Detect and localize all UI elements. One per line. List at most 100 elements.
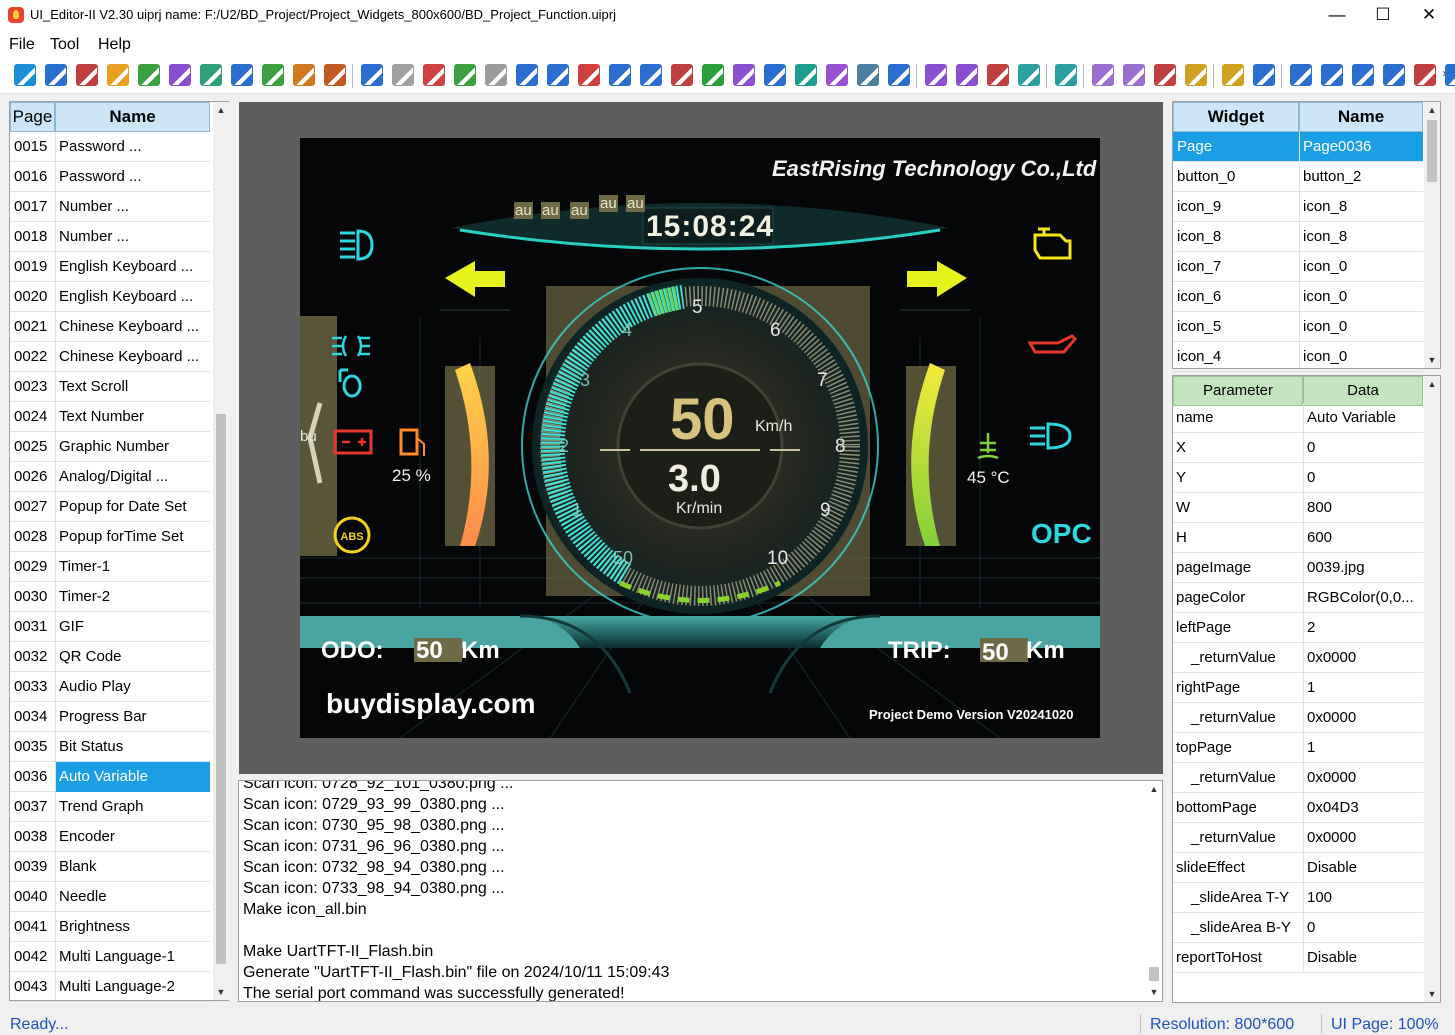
minimize-button[interactable]: — (1314, 0, 1360, 30)
parameter-value[interactable]: 0x0000 (1303, 703, 1423, 733)
toolbar-tool-3-icon[interactable] (76, 64, 98, 86)
page-list-row[interactable]: 0030 Timer-2 (10, 582, 210, 612)
parameter-value[interactable]: 0x0000 (1303, 643, 1423, 673)
page-list-row[interactable]: 0019 English Keyboard ... (10, 252, 210, 282)
scroll-down-icon[interactable]: ▼ (1424, 352, 1440, 368)
page-list-row[interactable]: 0033 Audio Play (10, 672, 210, 702)
page-list-row[interactable]: 0028 Popup forTime Set (10, 522, 210, 552)
toolbar-tool-45-icon[interactable] (1414, 64, 1436, 86)
page-list-row[interactable]: 0025 Graphic Number (10, 432, 210, 462)
parameter-row[interactable]: pageImage 0039.jpg (1173, 553, 1423, 583)
parameter-value[interactable]: Auto Variable (1303, 403, 1423, 433)
parameter-row[interactable]: leftPage 2 (1173, 613, 1423, 643)
toolbar-tool-9-icon[interactable] (262, 64, 284, 86)
build-log-output[interactable]: Scan icon: 0728_92_101_0380.png ... Scan … (238, 780, 1163, 1002)
toolbar-tool-34-icon[interactable] (1055, 64, 1077, 86)
toolbar-tool-7-icon[interactable] (200, 64, 222, 86)
toolbar-tool-20-icon[interactable] (609, 64, 631, 86)
widget-list-row[interactable]: icon_8 icon_8 (1173, 222, 1423, 252)
toolbar-tool-42-icon[interactable] (1321, 64, 1343, 86)
toolbar-tool-2-icon[interactable] (45, 64, 67, 86)
parameter-row[interactable]: _returnValue 0x0000 (1173, 823, 1423, 853)
parameter-row[interactable]: Y0 (1173, 463, 1423, 493)
parameter-value[interactable]: 0 (1303, 433, 1423, 463)
scroll-down-icon[interactable]: ▼ (1146, 984, 1162, 1000)
scroll-thumb[interactable] (1427, 120, 1437, 182)
toolbar-tool-36-icon[interactable] (1123, 64, 1145, 86)
page-list-row[interactable]: 0034 Progress Bar (10, 702, 210, 732)
toolbar-tool-8-icon[interactable] (231, 64, 253, 86)
toolbar-tool-28-icon[interactable] (857, 64, 879, 86)
parameter-column-header[interactable]: Parameter (1173, 376, 1303, 406)
scroll-up-icon[interactable]: ▲ (1146, 781, 1162, 797)
toolbar-tool-30-icon[interactable] (925, 64, 947, 86)
parameter-row[interactable]: reportToHost Disable (1173, 943, 1423, 973)
parameter-value[interactable]: 1 (1303, 673, 1423, 703)
scroll-down-icon[interactable]: ▼ (213, 984, 229, 1000)
toolbar-tool-38-icon[interactable] (1185, 64, 1207, 86)
page-list-row[interactable]: 0021 Chinese Keyboard ... (10, 312, 210, 342)
scroll-down-icon[interactable]: ▼ (1424, 986, 1440, 1002)
page-list-row[interactable]: 0016 Password ... (10, 162, 210, 192)
scroll-up-icon[interactable]: ▲ (1424, 102, 1440, 118)
toolbar-tool-29-icon[interactable] (888, 64, 910, 86)
page-list-row[interactable]: 0031 GIF (10, 612, 210, 642)
toolbar-tool-15-icon[interactable] (454, 64, 476, 86)
parameter-value[interactable]: 1 (1303, 733, 1423, 763)
toolbar-tool-22-icon[interactable] (671, 64, 693, 86)
page-list-row[interactable]: 0024 Text Number (10, 402, 210, 432)
page-list-row[interactable]: 0043 Multi Language-2 (10, 972, 210, 1002)
parameter-row[interactable]: _slideArea B-Y 0 (1173, 913, 1423, 943)
toolbar-tool-35-icon[interactable] (1092, 64, 1114, 86)
parameter-row[interactable]: _slideArea T-Y 100 (1173, 883, 1423, 913)
parameter-value[interactable]: 0039.jpg (1303, 553, 1423, 583)
toolbar-tool-4-icon[interactable] (107, 64, 129, 86)
parameter-row[interactable]: _returnValue 0x0000 (1173, 643, 1423, 673)
widget-list-row[interactable]: icon_6 icon_0 (1173, 282, 1423, 312)
parameter-value[interactable]: 2 (1303, 613, 1423, 643)
page-list-row[interactable]: 0042 Multi Language-1 (10, 942, 210, 972)
widget-name-column-header[interactable]: Name (1299, 102, 1423, 132)
parameter-row[interactable]: _returnValue 0x0000 (1173, 703, 1423, 733)
page-column-header[interactable]: Page (10, 102, 55, 132)
toolbar-tool-6-icon[interactable] (169, 64, 191, 86)
log-scrollbar[interactable]: ▲ ▼ (1146, 781, 1162, 1001)
menu-tool[interactable]: Tool (50, 36, 79, 54)
parameter-value[interactable]: 100 (1303, 883, 1423, 913)
widget-list-row[interactable]: icon_5 icon_0 (1173, 312, 1423, 342)
widget-list-row[interactable]: button_0 button_2 (1173, 162, 1423, 192)
parameter-value[interactable]: 0x0000 (1303, 763, 1423, 793)
device-screen-preview[interactable]: ABS EastRising Technology Co.,Ltd au au au… (300, 138, 1100, 738)
parameter-row[interactable]: topPage 1 (1173, 733, 1423, 763)
parameter-value[interactable]: RGBColor(0,0... (1303, 583, 1423, 613)
parameter-row[interactable]: bottomPage 0x04D3 (1173, 793, 1423, 823)
page-list-row[interactable]: 0040 Needle (10, 882, 210, 912)
parameter-row[interactable]: pageColor RGBColor(0,0... (1173, 583, 1423, 613)
page-list-row[interactable]: 0029 Timer-1 (10, 552, 210, 582)
toolbar-tool-39-icon[interactable] (1222, 64, 1244, 86)
toolbar-tool-13-icon[interactable] (392, 64, 414, 86)
parameter-row[interactable]: H 600 (1173, 523, 1423, 553)
parameter-value[interactable]: Disable (1303, 943, 1423, 973)
parameter-row[interactable]: rightPage 1 (1173, 673, 1423, 703)
parameter-value[interactable]: 0 (1303, 913, 1423, 943)
toolbar-tool-21-icon[interactable] (640, 64, 662, 86)
toolbar-tool-43-icon[interactable] (1352, 64, 1374, 86)
menu-file[interactable]: File (9, 36, 35, 54)
toolbar-tool-23-icon[interactable] (702, 64, 724, 86)
page-list-row[interactable]: 0027 Popup for Date Set (10, 492, 210, 522)
parameter-row[interactable]: W 800 (1173, 493, 1423, 523)
widget-column-header[interactable]: Widget (1173, 102, 1299, 132)
parameter-value[interactable]: 800 (1303, 493, 1423, 523)
toolbar-tool-25-icon[interactable] (764, 64, 786, 86)
toolbar-tool-10-icon[interactable] (293, 64, 315, 86)
toolbar-tool-12-icon[interactable] (361, 64, 383, 86)
toolbar-tool-26-icon[interactable] (795, 64, 817, 86)
toolbar-tool-27-icon[interactable] (826, 64, 848, 86)
widget-list-row[interactable]: icon_4 icon_0 (1173, 342, 1423, 372)
page-list-row[interactable]: 0022 Chinese Keyboard ... (10, 342, 210, 372)
toolbar-tool-46-icon[interactable] (1445, 64, 1455, 86)
widget-list-row[interactable]: icon_9 icon_8 (1173, 192, 1423, 222)
parameter-row[interactable]: _returnValue 0x0000 (1173, 763, 1423, 793)
page-list-row[interactable]: 0035 Bit Status (10, 732, 210, 762)
